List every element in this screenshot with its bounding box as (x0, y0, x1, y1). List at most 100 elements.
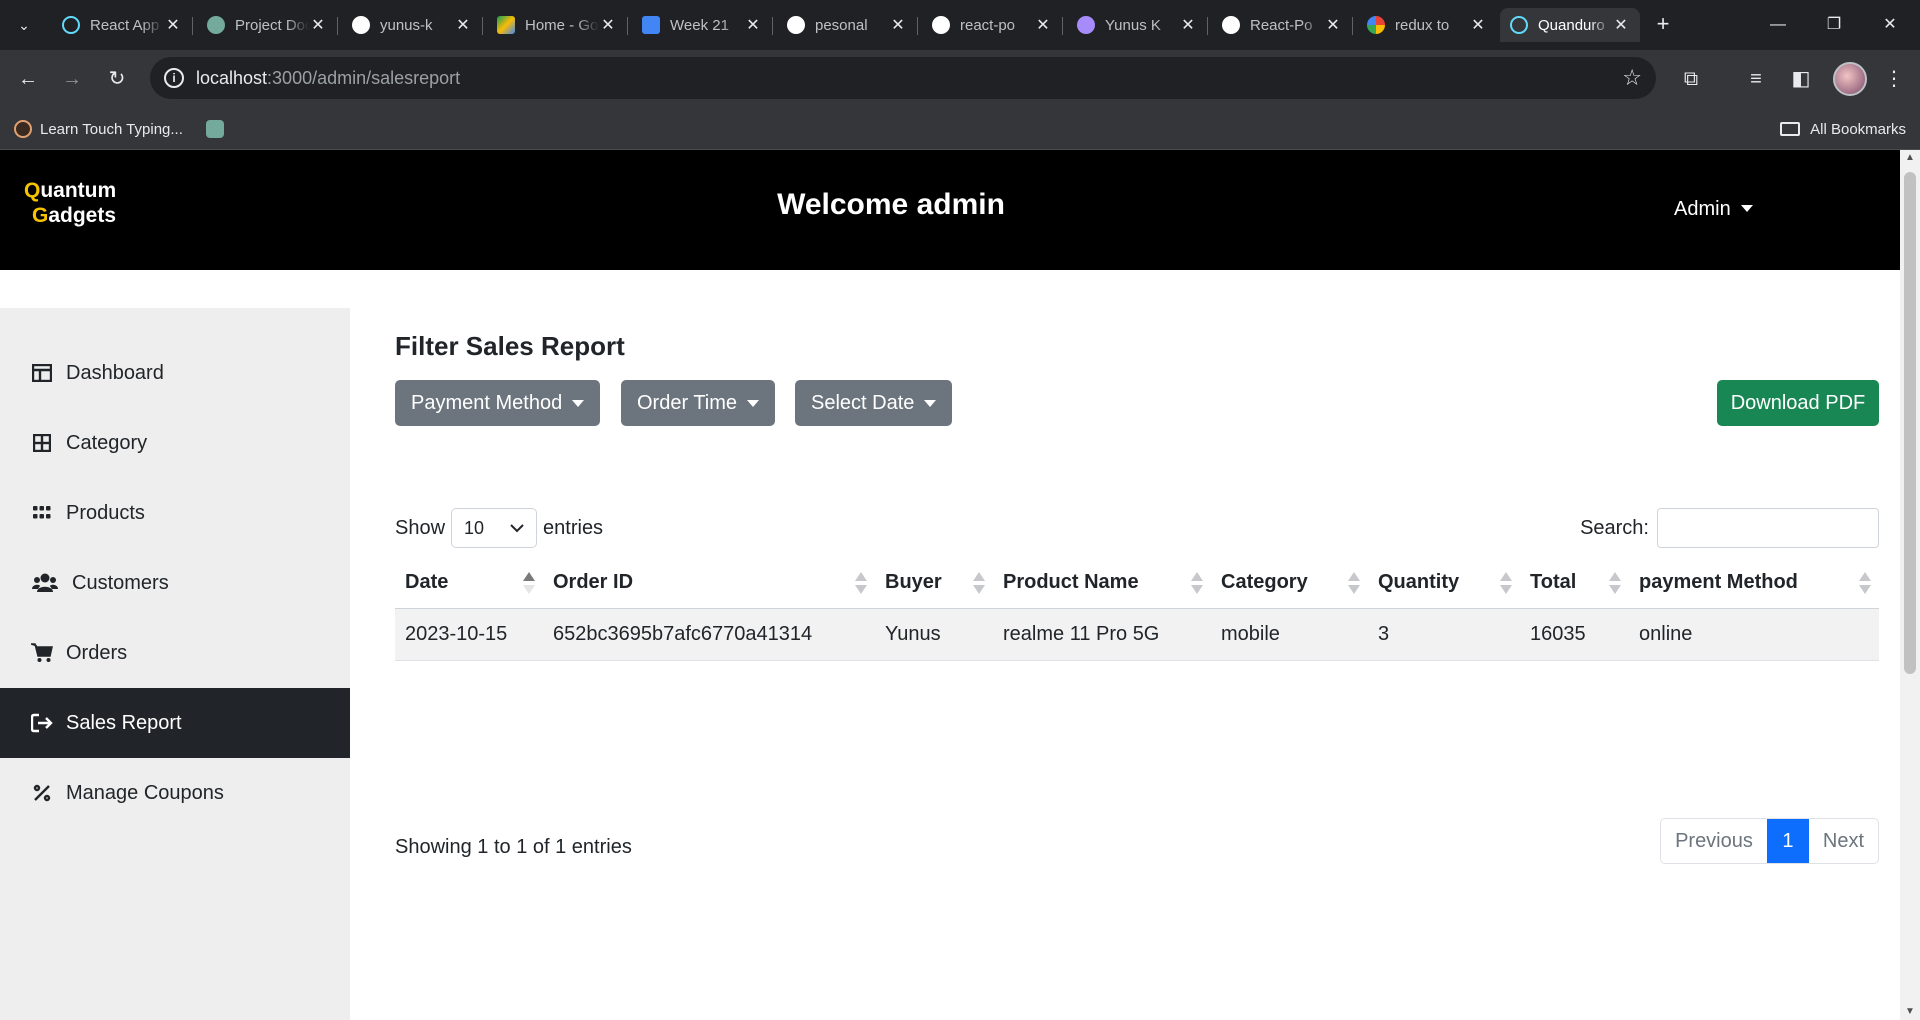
scrollbar-thumb[interactable] (1904, 172, 1916, 674)
sidebar-item-dashboard[interactable]: Dashboard (0, 338, 350, 408)
sidebar: Dashboard Category Products Customers Or… (0, 308, 350, 1020)
column-header-buyer[interactable]: Buyer (875, 558, 993, 609)
new-tab-icon[interactable]: + (1650, 12, 1676, 38)
all-bookmarks[interactable]: All Bookmarks (1780, 108, 1906, 150)
bookmark-label: Learn Touch Typing... (40, 120, 183, 138)
close-tab-icon[interactable]: ✕ (599, 15, 617, 35)
column-header-product-name[interactable]: Product Name (993, 558, 1211, 609)
column-header-date[interactable]: Date (395, 558, 543, 609)
page-length-select[interactable]: 10 (451, 508, 538, 548)
close-tab-icon[interactable]: ✕ (744, 15, 762, 35)
tab-label: redux to (1395, 16, 1450, 34)
chevron-down-icon (510, 523, 524, 532)
page-title: Filter Sales Report (395, 331, 625, 361)
close-tab-icon[interactable]: ✕ (1324, 15, 1342, 35)
browser-tab[interactable]: pesonal ✕ (777, 8, 918, 42)
tab-label: React-Po (1250, 16, 1313, 34)
browser-tab[interactable]: react-po ✕ (922, 8, 1063, 42)
browser-tab[interactable]: Week 21 ✕ (632, 8, 773, 42)
minimize-icon[interactable]: — (1750, 0, 1806, 50)
page-scrollbar[interactable]: ▲ ▼ (1900, 150, 1920, 1020)
table-cell: Yunus (875, 608, 993, 661)
previous-page-button[interactable]: Previous (1661, 819, 1767, 863)
table-cell: 3 (1368, 608, 1520, 661)
browser-tab[interactable]: yunus-k ✕ (342, 8, 483, 42)
column-label: Total (1530, 571, 1577, 594)
tab-separator (482, 17, 483, 35)
page-1-button[interactable]: 1 (1766, 819, 1809, 863)
tab-label: pesonal (815, 16, 868, 34)
admin-dropdown[interactable]: Admin (1674, 198, 1753, 221)
browser-tab[interactable]: redux to ✕ (1357, 8, 1497, 42)
tab-label: Week 21 (670, 16, 729, 34)
users-icon (30, 572, 60, 594)
sidebar-item-manage-coupons[interactable]: Manage Coupons (0, 758, 350, 828)
order-time-dropdown-button[interactable]: Order Time (621, 380, 776, 426)
close-tab-icon[interactable]: ✕ (1612, 15, 1630, 35)
sidebar-item-products[interactable]: Products (0, 478, 350, 548)
select-date-dropdown-button[interactable]: Select Date (795, 380, 953, 426)
sidebar-item-category[interactable]: Category (0, 408, 350, 478)
back-arrow-icon[interactable]: ← (12, 63, 44, 95)
close-tab-icon[interactable]: ✕ (1469, 15, 1487, 35)
tab-label: Home - Google Drive (525, 16, 599, 34)
entries-label: entries (543, 516, 604, 539)
sort-icon (1191, 572, 1203, 596)
payment-method-dropdown-button[interactable]: Payment Method (395, 380, 601, 426)
column-label: Category (1221, 571, 1308, 594)
sidebar-item-customers[interactable]: Customers (0, 548, 350, 618)
more-menu-icon[interactable]: ⋮ (1878, 63, 1910, 95)
bookmark-star-icon[interactable]: ☆ (1622, 65, 1642, 91)
column-header-quantity[interactable]: Quantity (1368, 558, 1520, 609)
search-input[interactable] (1657, 508, 1879, 548)
url-text[interactable]: localhost:3000/admin/salesreport (196, 68, 460, 89)
profile-icon (1077, 16, 1095, 34)
column-header-payment-method[interactable]: payment Method (1629, 558, 1879, 609)
close-tab-icon[interactable]: ✕ (1179, 15, 1197, 35)
close-tab-icon[interactable]: ✕ (164, 15, 182, 35)
download-pdf-button[interactable]: Download PDF (1717, 380, 1879, 426)
media-control-icon[interactable]: ≡ (1740, 63, 1772, 95)
button-label: Order Time (637, 391, 738, 414)
sort-ascending-icon (523, 572, 535, 596)
bookmark-item[interactable] (206, 108, 232, 150)
cart-icon (30, 642, 54, 664)
profile-avatar[interactable] (1833, 62, 1867, 96)
browser-tab-active[interactable]: Quanduro ✕ (1500, 8, 1640, 42)
caret-down-icon (572, 399, 585, 407)
close-tab-icon[interactable]: ✕ (1034, 15, 1052, 35)
side-panel-icon[interactable]: ◧ (1785, 63, 1817, 95)
browser-tab[interactable]: Home - Google Drive ✕ (487, 8, 628, 42)
browser-tab[interactable]: Yunus K ✕ (1067, 8, 1208, 42)
tab-search-chevron-icon[interactable]: ⌄ (10, 12, 38, 38)
reload-icon[interactable]: ↻ (101, 63, 133, 95)
github-icon (932, 16, 950, 34)
dashboard-icon (30, 362, 54, 384)
browser-tab[interactable]: Project Documentation ✕ (197, 8, 338, 42)
sidebar-item-sales-report[interactable]: Sales Report (0, 688, 350, 758)
bookmark-item[interactable]: Learn Touch Typing... (14, 108, 183, 150)
column-header-order-id[interactable]: Order ID (543, 558, 875, 609)
next-page-button[interactable]: Next (1809, 819, 1878, 863)
close-tab-icon[interactable]: ✕ (454, 15, 472, 35)
tab-separator (1207, 17, 1208, 35)
browser-tab[interactable]: React App ✕ (52, 8, 193, 42)
google-docs-icon (642, 16, 660, 34)
site-info-icon[interactable]: i (164, 68, 184, 88)
column-header-category[interactable]: Category (1211, 558, 1368, 609)
sidebar-item-orders[interactable]: Orders (0, 618, 350, 688)
tab-label: yunus-k (380, 16, 433, 34)
close-window-icon[interactable]: ✕ (1862, 0, 1918, 50)
column-header-total[interactable]: Total (1520, 558, 1629, 609)
scroll-up-arrow-icon[interactable]: ▲ (1900, 150, 1920, 166)
scroll-down-arrow-icon[interactable]: ▼ (1900, 1004, 1920, 1020)
forward-arrow-icon[interactable]: → (56, 63, 88, 95)
close-tab-icon[interactable]: ✕ (889, 15, 907, 35)
address-bar[interactable]: i localhost:3000/admin/salesreport ☆ (150, 57, 1656, 99)
browser-tab[interactable]: React-Po ✕ (1212, 8, 1353, 42)
restore-icon[interactable]: ❐ (1806, 0, 1862, 50)
close-tab-icon[interactable]: ✕ (309, 15, 327, 35)
folder-icon (1780, 122, 1801, 136)
extensions-puzzle-icon[interactable]: ⧉ (1675, 63, 1707, 95)
tab-separator (627, 17, 628, 35)
